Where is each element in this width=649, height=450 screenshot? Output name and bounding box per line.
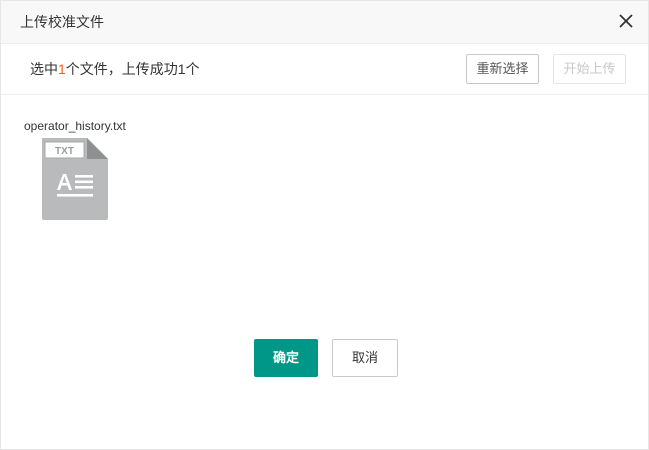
upload-toolbar: 选中1个文件，上传成功1个 重新选择 开始上传 [1,44,648,95]
upload-dialog: 上传校准文件 选中1个文件，上传成功1个 重新选择 开始上传 operator_… [0,0,649,450]
summary-prefix: 选中 [30,61,58,77]
file-name: operator_history.txt [24,119,126,133]
upload-summary: 选中1个文件，上传成功1个 [30,60,200,78]
selected-count: 1 [58,61,66,77]
cancel-button[interactable]: 取消 [332,339,398,377]
txt-file-icon[interactable]: TXT [41,138,109,220]
dialog-title: 上传校准文件 [20,14,104,30]
success-count: 1 [177,61,186,77]
start-upload-button[interactable]: 开始上传 [553,54,626,84]
confirm-button[interactable]: 确定 [254,339,318,377]
reselect-button[interactable]: 重新选择 [466,54,539,84]
summary-middle: 个文件，上传成功 [65,61,178,77]
file-type-badge: TXT [55,146,74,157]
summary-suffix: 个 [185,61,200,77]
close-icon[interactable] [618,13,634,29]
dialog-header: 上传校准文件 [1,1,648,44]
